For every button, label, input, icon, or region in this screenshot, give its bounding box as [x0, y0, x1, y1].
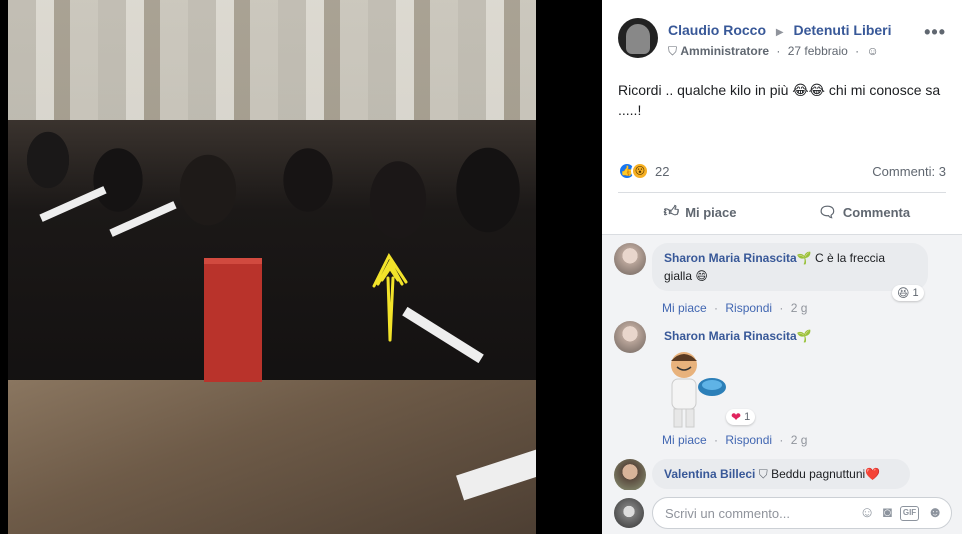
author-avatar[interactable] — [618, 18, 658, 58]
gif-icon[interactable]: GIF — [899, 506, 920, 521]
audience-group-icon[interactable]: ☺ — [866, 44, 878, 58]
comment-input[interactable]: Scrivi un commento... ☺ ◙ GIF ☻ — [652, 497, 952, 529]
comment-reply-link[interactable]: Rispondi — [725, 301, 772, 315]
yellow-arrow-drawing — [372, 252, 408, 342]
post-header: Claudio Rocco ▶ Detenuti Liberi ⛉ Ammini… — [602, 14, 962, 64]
comment-bubble: Sharon Maria Rinascita🌱 C è la freccia g… — [652, 243, 928, 291]
comment-reaction-badge[interactable]: ❤ 1 — [726, 409, 756, 425]
post-text: Ricordi .. qualche kilo in più 😂😂 chi mi… — [618, 82, 941, 118]
verified-badge-icon: ⛉ — [758, 467, 768, 481]
comment-reply-link[interactable]: Rispondi — [725, 433, 772, 447]
comment-input-placeholder: Scrivi un commento... — [665, 506, 790, 521]
wow-reaction-icon: 😮 — [631, 162, 649, 180]
comments-count-link[interactable]: Commenti: 3 — [872, 164, 946, 179]
comment-time[interactable]: 2 g — [791, 433, 808, 447]
commenter-avatar[interactable] — [614, 243, 646, 275]
thumbs-up-icon: 👍︎ — [663, 203, 680, 220]
more-options-button[interactable]: ••• — [924, 22, 946, 43]
comment-time[interactable]: 2 g — [791, 301, 808, 315]
post-photo[interactable] — [8, 0, 536, 534]
emoji-icon[interactable]: ☺ — [859, 504, 874, 521]
comment-bubble: Valentina Billeci ⛉ Beddu pagnuttuni❤️ — [652, 459, 910, 489]
sticker-icon[interactable]: ☻ — [927, 504, 943, 521]
comment-like-link[interactable]: Mi piace — [662, 301, 707, 315]
chef-sticker-icon — [671, 352, 726, 428]
shield-icon: ⛉ — [668, 44, 678, 58]
like-button[interactable]: 👍︎ Mi piace — [618, 196, 782, 228]
post-date[interactable]: 27 febbraio — [788, 44, 848, 58]
author-name[interactable]: Claudio Rocco — [668, 22, 766, 38]
comment-reaction-badge[interactable]: 😆 1 — [892, 285, 924, 301]
post-actions: 👍︎ Mi piace 🗨 Commenta — [618, 196, 946, 228]
reactions-summary[interactable]: 👍 😮 22 — [618, 160, 669, 182]
commenter-avatar[interactable] — [614, 321, 646, 353]
comments-section: Sharon Maria Rinascita🌱 C è la freccia g… — [602, 234, 962, 490]
camera-icon[interactable]: ◙ — [883, 504, 892, 521]
commenter-name[interactable]: Sharon Maria Rinascita🌱 — [664, 251, 812, 265]
laugh-reaction-icon: 😆 — [897, 286, 910, 300]
author-role: Amministratore — [680, 44, 770, 58]
reactions-count: 22 — [655, 163, 670, 179]
group-name[interactable]: Detenuti Liberi — [794, 22, 892, 38]
current-user-avatar — [614, 498, 644, 528]
commenter-name[interactable]: Valentina Billeci — [664, 467, 755, 481]
commenter-name[interactable]: Sharon Maria Rinascita🌱 — [664, 329, 812, 343]
heart-reaction-icon: ❤ — [731, 410, 742, 424]
comment-composer: Scrivi un commento... ☺ ◙ GIF ☻ — [602, 490, 962, 534]
comment-text: Beddu pagnuttuni❤️ — [771, 467, 881, 481]
photo-viewer — [0, 0, 602, 534]
comment-like-link[interactable]: Mi piace — [662, 433, 707, 447]
comment-button[interactable]: 🗨 Commenta — [782, 196, 946, 228]
triangle-right-icon: ▶ — [775, 27, 784, 38]
post-side-panel: Claudio Rocco ▶ Detenuti Liberi ⛉ Ammini… — [602, 0, 962, 534]
speech-bubble-icon: 🗨 — [817, 204, 837, 221]
commenter-avatar[interactable] — [614, 459, 646, 490]
